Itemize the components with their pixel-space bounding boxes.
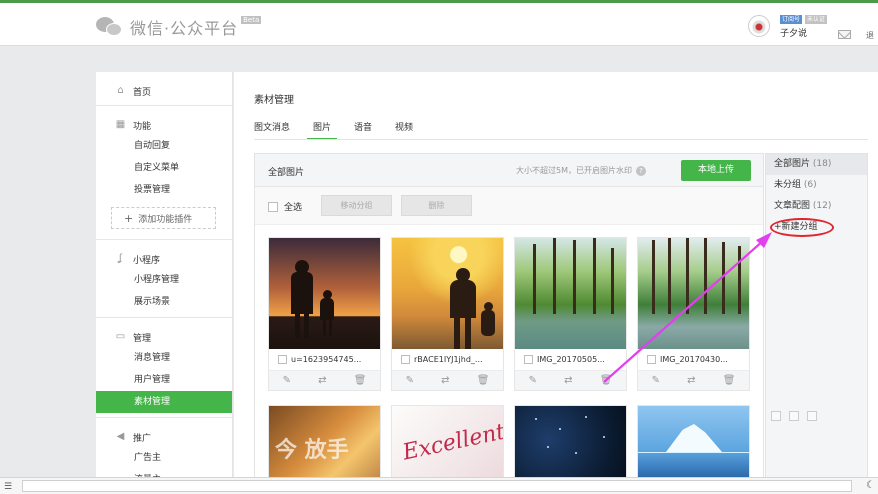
status-field [22, 480, 852, 492]
watermark-square [789, 411, 799, 421]
annotation-arrow [603, 232, 772, 383]
watermark-square [771, 411, 781, 421]
watermark-square [807, 411, 817, 421]
bottom-bar: ☰ ☾ [0, 477, 878, 494]
menu-icon[interactable]: ☰ [4, 482, 12, 492]
moon-icon[interactable]: ☾ [866, 480, 875, 491]
